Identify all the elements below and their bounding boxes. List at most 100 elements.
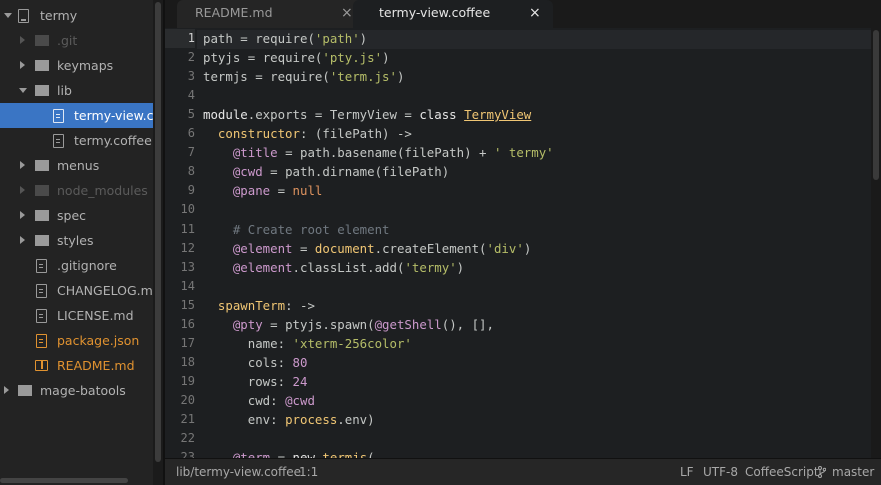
tree-vertical-scrollbar[interactable] — [153, 0, 163, 485]
close-icon[interactable]: × — [341, 5, 353, 21]
line-number[interactable]: 18 — [165, 353, 195, 372]
line-number[interactable]: 4 — [165, 86, 195, 105]
tree-file-termy[interactable]: termy.coffee — [0, 128, 153, 153]
tree-item-label: README.md — [57, 358, 135, 373]
line-number[interactable]: 17 — [165, 334, 195, 353]
folder-icon — [35, 60, 49, 71]
chevron-right-icon[interactable] — [20, 161, 25, 169]
chevron-right-icon[interactable] — [20, 211, 25, 219]
line-number[interactable]: 2 — [165, 48, 195, 67]
line-number[interactable]: 21 — [165, 410, 195, 429]
tree-horizontal-scrollbar[interactable] — [0, 478, 128, 483]
line-number[interactable]: 13 — [165, 258, 195, 277]
line-number[interactable]: 3 — [165, 67, 195, 86]
code-line[interactable]: path = require('path') — [203, 29, 367, 48]
code-line[interactable]: rows: 24 — [203, 372, 308, 391]
line-number[interactable]: 22 — [165, 429, 195, 448]
line-number[interactable]: 19 — [165, 372, 195, 391]
tree-root-termy[interactable]: termy — [0, 3, 153, 28]
tree-file-changelog[interactable]: CHANGELOG.md — [0, 278, 153, 303]
code-line[interactable]: ptyjs = require('pty.js') — [203, 48, 390, 67]
tree-view: termy .git keymaps lib termy-view.coffee… — [0, 0, 163, 485]
line-number[interactable]: 11 — [165, 220, 195, 239]
code-line[interactable]: module.exports = TermyView = class Termy… — [203, 105, 531, 124]
file-icon — [53, 134, 64, 148]
code-line[interactable]: constructor: (filePath) -> — [203, 124, 412, 143]
code-line[interactable]: @pane = null — [203, 181, 323, 200]
line-number[interactable]: 16 — [165, 315, 195, 334]
tree-folder-git[interactable]: .git — [0, 28, 153, 53]
code-line[interactable]: name: 'xterm-256color' — [203, 334, 412, 353]
line-ending[interactable]: LF — [680, 465, 694, 479]
tree-folder-menus[interactable]: menus — [0, 153, 153, 178]
line-number[interactable]: 15 — [165, 296, 195, 315]
scrollbar-thumb[interactable] — [873, 30, 879, 180]
line-number[interactable]: 20 — [165, 391, 195, 410]
line-number[interactable]: 23 — [165, 448, 195, 458]
tree-item-label: lib — [57, 83, 72, 98]
folder-icon — [35, 160, 49, 171]
tree-folder-styles[interactable]: styles — [0, 228, 153, 253]
chevron-down-icon[interactable] — [19, 88, 27, 93]
chevron-right-icon[interactable] — [4, 386, 9, 394]
code-line[interactable]: @title = path.basename(filePath) + ' ter… — [203, 143, 554, 162]
tree-item-label: styles — [57, 233, 94, 248]
code-line[interactable]: @element.classList.add('termy') — [203, 258, 464, 277]
editor-vertical-scrollbar[interactable] — [871, 28, 881, 458]
git-branch[interactable]: master — [832, 465, 874, 479]
code-line[interactable]: cwd: @cwd — [203, 391, 315, 410]
code-line[interactable]: @cwd = path.dirname(filePath) — [203, 162, 449, 181]
chevron-down-icon[interactable] — [4, 13, 12, 18]
chevron-right-icon[interactable] — [20, 36, 25, 44]
file-icon — [36, 259, 47, 273]
tree-root-mage-batools[interactable]: mage-batools — [0, 378, 153, 403]
cursor-position[interactable]: 1:1 — [299, 465, 318, 479]
tab-readme[interactable]: README.md × — [177, 0, 367, 28]
grammar[interactable]: CoffeeScript — [745, 465, 819, 479]
tree-item-label: termy — [40, 8, 78, 23]
chevron-right-icon[interactable] — [20, 61, 25, 69]
line-number[interactable]: 10 — [165, 200, 195, 219]
tree-item-label: menus — [57, 158, 100, 173]
line-number[interactable]: 1 — [165, 29, 195, 48]
tree-folder-node-modules[interactable]: node_modules — [0, 178, 153, 203]
file-icon — [36, 334, 47, 348]
code-line[interactable]: @term = new termjs( — [203, 448, 375, 458]
line-number[interactable]: 6 — [165, 124, 195, 143]
tree-folder-keymaps[interactable]: keymaps — [0, 53, 153, 78]
folder-icon — [35, 210, 49, 221]
code-line[interactable]: spawnTerm: -> — [203, 296, 315, 315]
close-icon[interactable]: × — [529, 5, 541, 21]
line-number[interactable]: 7 — [165, 143, 195, 162]
code-line[interactable]: termjs = require('term.js') — [203, 67, 404, 86]
line-number[interactable]: 5 — [165, 105, 195, 124]
line-number[interactable]: 12 — [165, 239, 195, 258]
tree-item-label: .git — [57, 33, 78, 48]
code-line[interactable]: env: process.env) — [203, 410, 375, 429]
tree-folder-spec[interactable]: spec — [0, 203, 153, 228]
line-number[interactable]: 14 — [165, 277, 195, 296]
code-line[interactable]: @element = document.createElement('div') — [203, 239, 531, 258]
folder-icon — [35, 35, 49, 46]
tree-file-gitignore[interactable]: .gitignore — [0, 253, 153, 278]
tree-file-termy-view[interactable]: termy-view.coffee — [0, 103, 153, 128]
line-number[interactable]: 8 — [165, 162, 195, 181]
tree-item-label: keymaps — [57, 58, 114, 73]
file-path[interactable]: lib/termy-view.coffee — [176, 465, 301, 479]
tab-bar: README.md × termy-view.coffee × — [165, 0, 881, 28]
tree-item-label: LICENSE.md — [57, 308, 134, 323]
tree-folder-lib[interactable]: lib — [0, 78, 153, 103]
tree-file-license[interactable]: LICENSE.md — [0, 303, 153, 328]
line-number[interactable]: 9 — [165, 181, 195, 200]
scrollbar-thumb[interactable] — [155, 2, 161, 462]
tab-termy-view[interactable]: termy-view.coffee × — [353, 0, 553, 28]
chevron-right-icon[interactable] — [20, 236, 25, 244]
code-editor[interactable]: 1 2 3 4 5 6 7 8 9 10 11 12 13 14 15 16 17 18 19 20 21 22 23 pa… — [165, 28, 881, 458]
code-line[interactable]: # Create root element — [203, 220, 390, 239]
chevron-right-icon[interactable] — [20, 186, 25, 194]
tree-file-package-json[interactable]: package.json — [0, 328, 153, 353]
tree-file-readme[interactable]: README.md — [0, 353, 153, 378]
code-line[interactable]: cols: 80 — [203, 353, 308, 372]
encoding[interactable]: UTF-8 — [703, 465, 738, 479]
code-line[interactable]: @pty = ptyjs.spawn(@getShell(), [], — [203, 315, 494, 334]
